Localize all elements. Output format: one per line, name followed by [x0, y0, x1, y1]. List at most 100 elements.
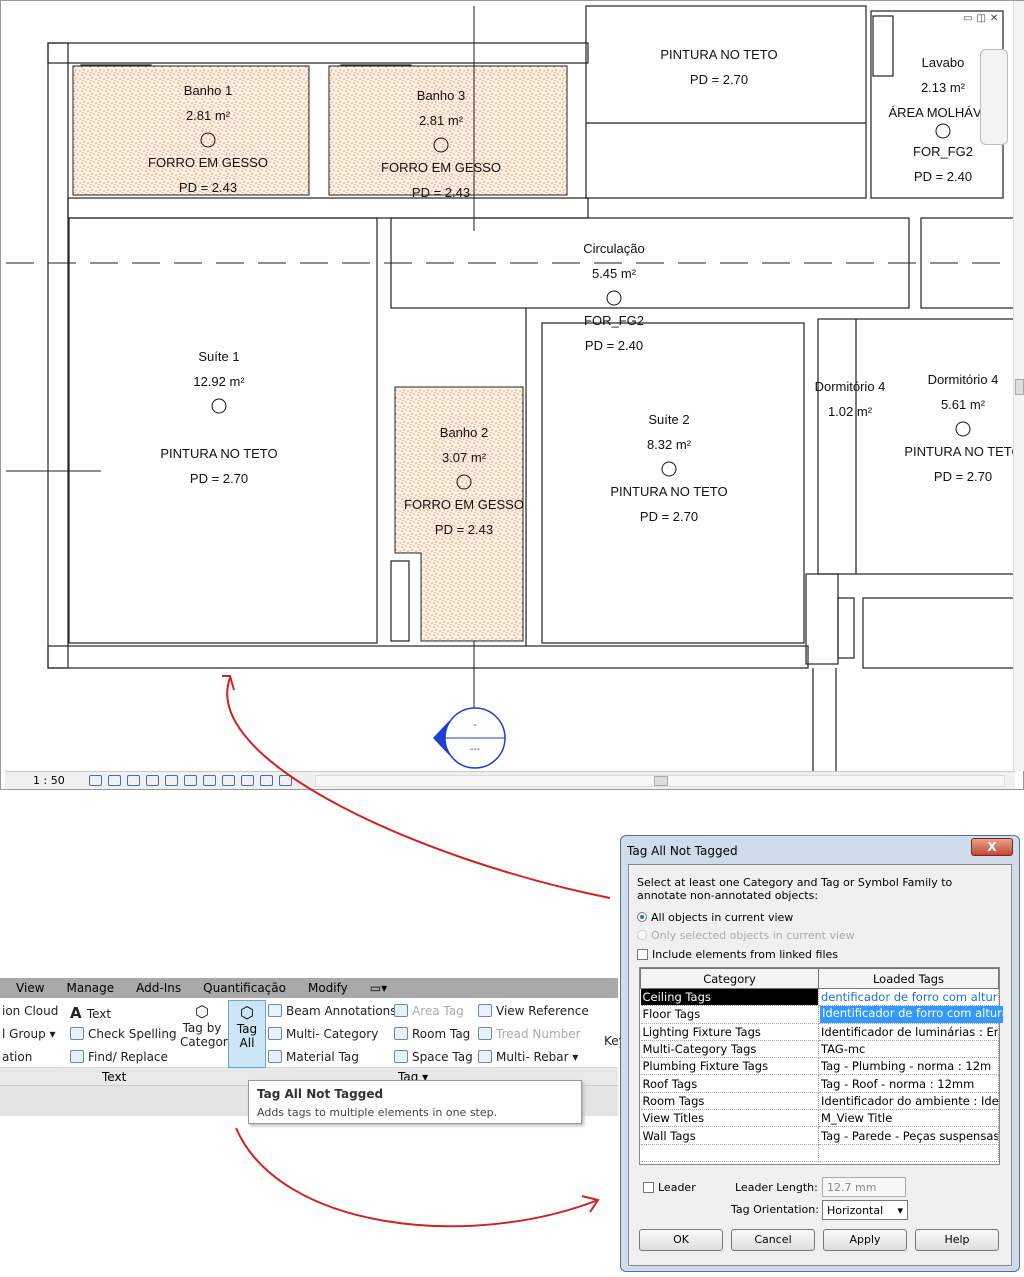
- row-loaded-tag[interactable]: Identificador de luminárias : Em: [818, 1023, 999, 1041]
- tag-all-not-tagged-dialog: Tag All Not Tagged X Select at least one…: [620, 835, 1020, 1272]
- floor-plan-view[interactable]: - --- Banho 1 2.81 m² FORRO EM GESSO PD = 2…: [0, 0, 1024, 790]
- table-row[interactable]: View Titles M_View Title: [640, 1109, 999, 1128]
- row-loaded-tag[interactable]: dentificador de forro com altura: [818, 988, 999, 1007]
- ceiling-tag-symbol-icon: [661, 461, 677, 477]
- visual-style-icon[interactable]: [107, 775, 121, 786]
- tag-all-button[interactable]: ⬡ Tag All: [228, 1000, 266, 1068]
- table-row[interactable]: Wall Tags Tag - Parede - Peças suspensas …: [640, 1126, 999, 1145]
- room-name: Suíte 2: [648, 412, 689, 427]
- room-pd: PD = 2.43: [412, 185, 470, 200]
- room-tag[interactable]: Circulação 5.45 m² FOR_FG2 PD = 2.40: [583, 241, 644, 353]
- room-pd: PD = 2.70: [934, 469, 992, 484]
- section-marker[interactable]: - ---: [433, 707, 506, 769]
- category-tag-table: Category Loaded Tags Ceiling Tags dentifi…: [639, 967, 1003, 1165]
- ceiling-tag-symbol-icon: [606, 290, 622, 306]
- navigation-bar[interactable]: [980, 49, 1008, 145]
- space-tag-button[interactable]: Space Tag: [412, 1050, 473, 1064]
- leader-length-field[interactable]: 12.7 mm: [822, 1177, 906, 1197]
- instructions: Select at least one Category and Tag or …: [637, 876, 953, 902]
- room-tag[interactable]: Dormitório 4 5.61 m² PINTURA NO TETO PD = 2…: [904, 372, 1021, 484]
- shadows-icon[interactable]: [145, 775, 159, 786]
- view-reference-icon: [478, 1004, 492, 1017]
- row-loaded-tag[interactable]: Identificador do ambiente : Iden: [818, 1092, 999, 1111]
- room-pd: PD = 2.70: [190, 471, 248, 486]
- table-row[interactable]: Multi-Category Tags TAG-mc: [640, 1040, 999, 1059]
- detail-level-icon[interactable]: [88, 775, 102, 786]
- crop-region-icon[interactable]: [183, 775, 197, 786]
- room-tag[interactable]: Suíte 1 12.92 m² PINTURA NO TETO PD = 2.70: [160, 349, 277, 486]
- highlight-icon[interactable]: [259, 775, 273, 786]
- beam-annotations-button[interactable]: Beam Annotations: [286, 1004, 397, 1018]
- ation-button[interactable]: ation: [2, 1050, 32, 1064]
- cancel-button[interactable]: Cancel: [731, 1229, 815, 1251]
- tab-add-ins[interactable]: Add-Ins: [136, 981, 181, 995]
- row-loaded-tag[interactable]: Tag - Plumbing - norma : 12m: [818, 1057, 999, 1076]
- column-loaded-tags[interactable]: Loaded Tags: [818, 968, 999, 989]
- radio-selected-objects[interactable]: Only selected objects in current view: [637, 929, 855, 942]
- ribbon-minimize-icon[interactable]: ▭▾: [370, 981, 387, 995]
- room-pd: PD = 2.70: [640, 509, 698, 524]
- table-row[interactable]: Lighting Fixture Tags Identificador de lu…: [640, 1023, 999, 1041]
- table-row[interactable]: Ceiling Tags dentificador de forro com al…: [640, 988, 999, 1007]
- tag-all-icon: ⬡: [240, 1003, 254, 1022]
- radio-all-objects[interactable]: All objects in current view: [637, 911, 793, 924]
- text-panel-title[interactable]: Text: [102, 1070, 126, 1084]
- view-reference-button[interactable]: View Reference: [496, 1004, 589, 1018]
- tag-by-category-button[interactable]: ⬡ Tag by Category: [180, 1002, 235, 1049]
- material-tag-button[interactable]: Material Tag: [286, 1050, 359, 1064]
- row-loaded-tag[interactable]: Tag - Roof - norma : 12mm: [818, 1074, 999, 1093]
- ok-button[interactable]: OK: [639, 1229, 723, 1251]
- tab-manage[interactable]: Manage: [66, 981, 114, 995]
- room-tag[interactable]: Dormitório 4 1.02 m²: [815, 379, 886, 419]
- room-finish: FORRO EM GESSO: [381, 160, 501, 175]
- view-control-bar: 1 : 50: [5, 771, 1015, 789]
- multi-category-button[interactable]: Multi- Category: [286, 1027, 378, 1041]
- ceiling-tag-symbol-icon: [211, 398, 227, 414]
- temporary-hide-icon[interactable]: [202, 775, 216, 786]
- row-loaded-tag[interactable]: Tag - Parede - Peças suspensas :: [818, 1126, 999, 1145]
- close-button[interactable]: X: [971, 838, 1013, 856]
- room-tag[interactable]: PINTURA NO TETO PD = 2.70: [660, 47, 777, 87]
- room-tag[interactable]: Suíte 2 8.32 m² PINTURA NO TETO PD = 2.70: [610, 412, 727, 524]
- point-cloud-button[interactable]: ion Cloud: [2, 1004, 58, 1018]
- room-pd: PD = 2.40: [585, 338, 643, 353]
- group-button[interactable]: l Group ▾: [2, 1027, 56, 1041]
- check-spelling-button[interactable]: Check Spelling: [88, 1027, 177, 1041]
- row-loaded-tag[interactable]: M_View Title: [818, 1109, 999, 1128]
- table-row[interactable]: Plumbing Fixture Tags Tag - Plumbing - no…: [640, 1057, 999, 1076]
- leader-checkbox[interactable]: Leader: [643, 1181, 696, 1194]
- help-button[interactable]: Help: [915, 1229, 999, 1251]
- arrow-from-tag-all: [235, 1127, 599, 1228]
- include-linked-checkbox[interactable]: Include elements from linked files: [637, 948, 838, 961]
- tag-orientation-select[interactable]: Horizontal ▾: [822, 1200, 908, 1220]
- room-finish: FORRO EM GESSO: [404, 497, 524, 512]
- tab-modify[interactable]: Modify: [308, 981, 348, 995]
- lock-icon[interactable]: [278, 775, 292, 786]
- row-category: View Titles: [640, 1109, 819, 1128]
- room-name: Banho 2: [440, 425, 488, 440]
- table-row[interactable]: Roof Tags Tag - Roof - norma : 12mm: [640, 1074, 999, 1093]
- ceiling-tag-symbol-icon: [935, 123, 951, 139]
- crop-view-icon[interactable]: [164, 775, 178, 786]
- column-category[interactable]: Category: [640, 968, 819, 989]
- tread-number-button[interactable]: Tread Number: [496, 1027, 581, 1041]
- area-tag-button[interactable]: Area Tag: [412, 1004, 464, 1018]
- find-replace-button[interactable]: Find/ Replace: [88, 1050, 168, 1064]
- dropdown-option[interactable]: Identificador de forro com altura: [820, 1006, 1003, 1023]
- room-tag-button[interactable]: Room Tag: [412, 1027, 470, 1041]
- apply-button[interactable]: Apply: [823, 1229, 907, 1251]
- row-loaded-tag[interactable]: TAG-mc: [818, 1040, 999, 1059]
- view-window-controls[interactable]: ▭◫✕: [963, 13, 1002, 24]
- tab-quantificacao[interactable]: Quantificação: [203, 981, 286, 995]
- temporary-view-icon[interactable]: [240, 775, 254, 786]
- table-row[interactable]: Room Tags Identificador do ambiente : Ide…: [640, 1092, 999, 1111]
- scale-label[interactable]: 1 : 50: [33, 774, 65, 787]
- horizontal-scrollbar[interactable]: [315, 775, 1005, 787]
- sun-path-icon[interactable]: [126, 775, 140, 786]
- multi-rebar-button[interactable]: Multi- Rebar ▾: [496, 1050, 578, 1064]
- text-button[interactable]: Text: [87, 1007, 111, 1021]
- tab-view[interactable]: View: [16, 981, 44, 995]
- reveal-hidden-icon[interactable]: [221, 775, 235, 786]
- vertical-scrollbar[interactable]: [1013, 1, 1024, 771]
- room-area: 3.07 m²: [442, 450, 487, 465]
